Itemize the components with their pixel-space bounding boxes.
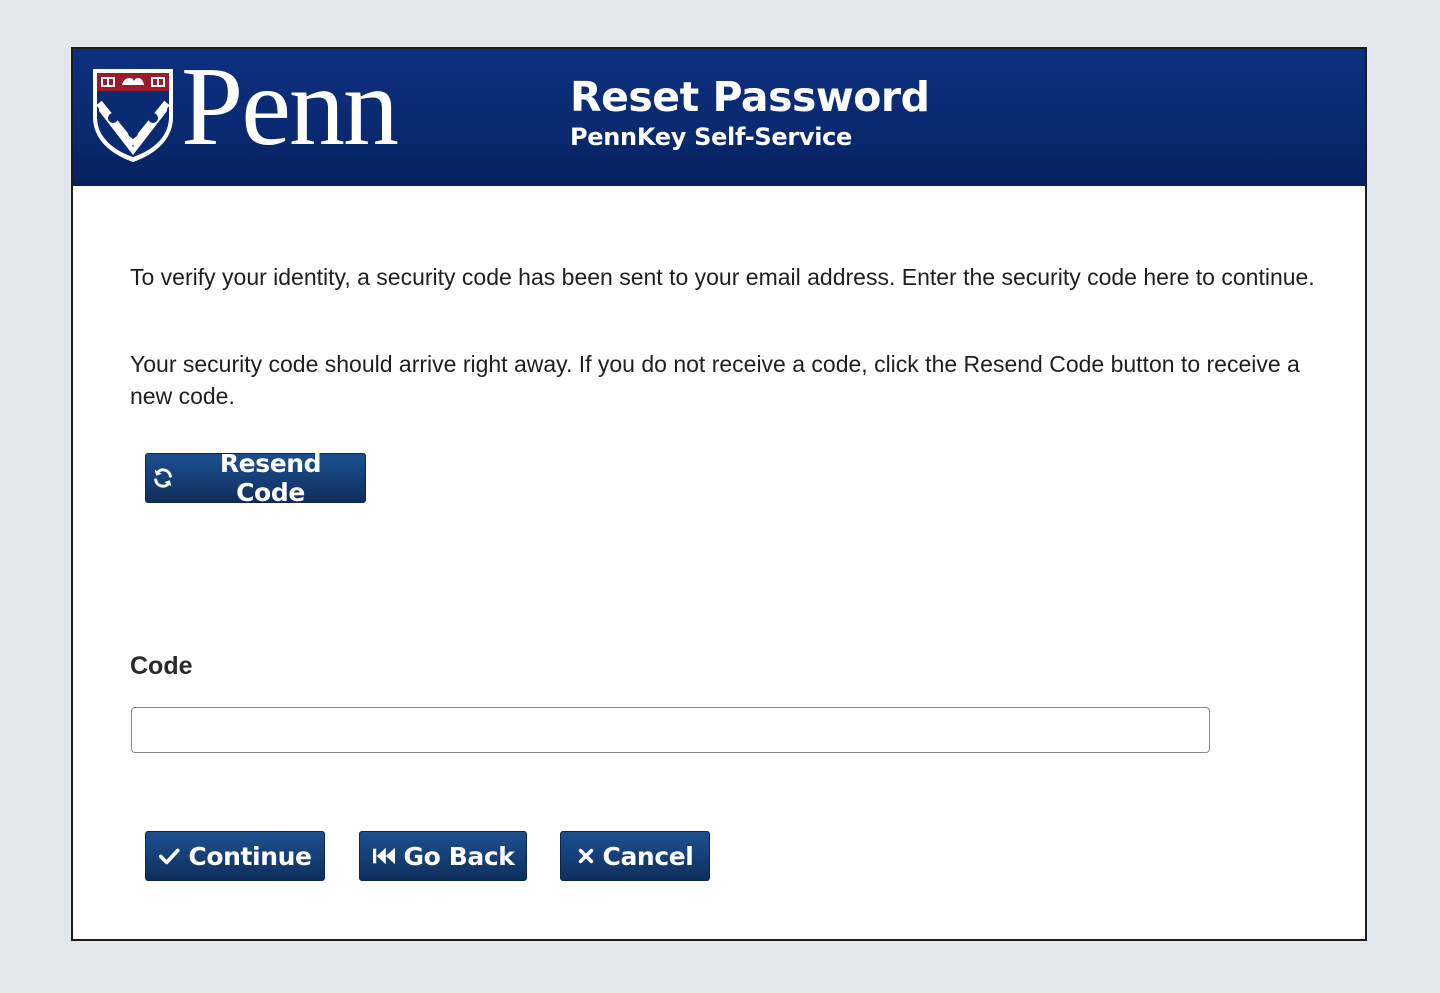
code-input[interactable] [131, 707, 1210, 753]
go-back-label: Go Back [403, 841, 515, 871]
cancel-label: Cancel [602, 841, 694, 871]
page-header: Penn Reset Password PennKey Self-Service [73, 49, 1365, 186]
resend-code-button[interactable]: Resend Code [145, 449, 366, 507]
cancel-button[interactable]: Cancel [560, 831, 710, 881]
go-back-button[interactable]: Go Back [359, 831, 527, 881]
close-icon [577, 847, 595, 865]
continue-label: Continue [188, 841, 312, 871]
check-icon [158, 845, 180, 867]
rewind-icon [372, 845, 396, 867]
code-field-label: Code [130, 652, 193, 680]
penn-logo[interactable]: Penn [91, 51, 441, 167]
resend-code-label: Resend Code [219, 449, 322, 507]
page-subtitle: PennKey Self-Service [570, 123, 853, 152]
reset-password-card: Penn Reset Password PennKey Self-Service… [71, 47, 1367, 941]
header-title-block: Reset Password PennKey Self-Service [570, 73, 930, 153]
penn-wordmark: Penn [181, 45, 399, 169]
page-title: Reset Password [570, 73, 930, 121]
penn-shield-icon [93, 69, 173, 162]
instructions-paragraph: To verify your identity, a security code… [130, 264, 1315, 290]
resend-info-paragraph: Your security code should arrive right a… [130, 351, 1300, 409]
continue-button[interactable]: Continue [145, 831, 325, 881]
refresh-icon [152, 467, 174, 489]
